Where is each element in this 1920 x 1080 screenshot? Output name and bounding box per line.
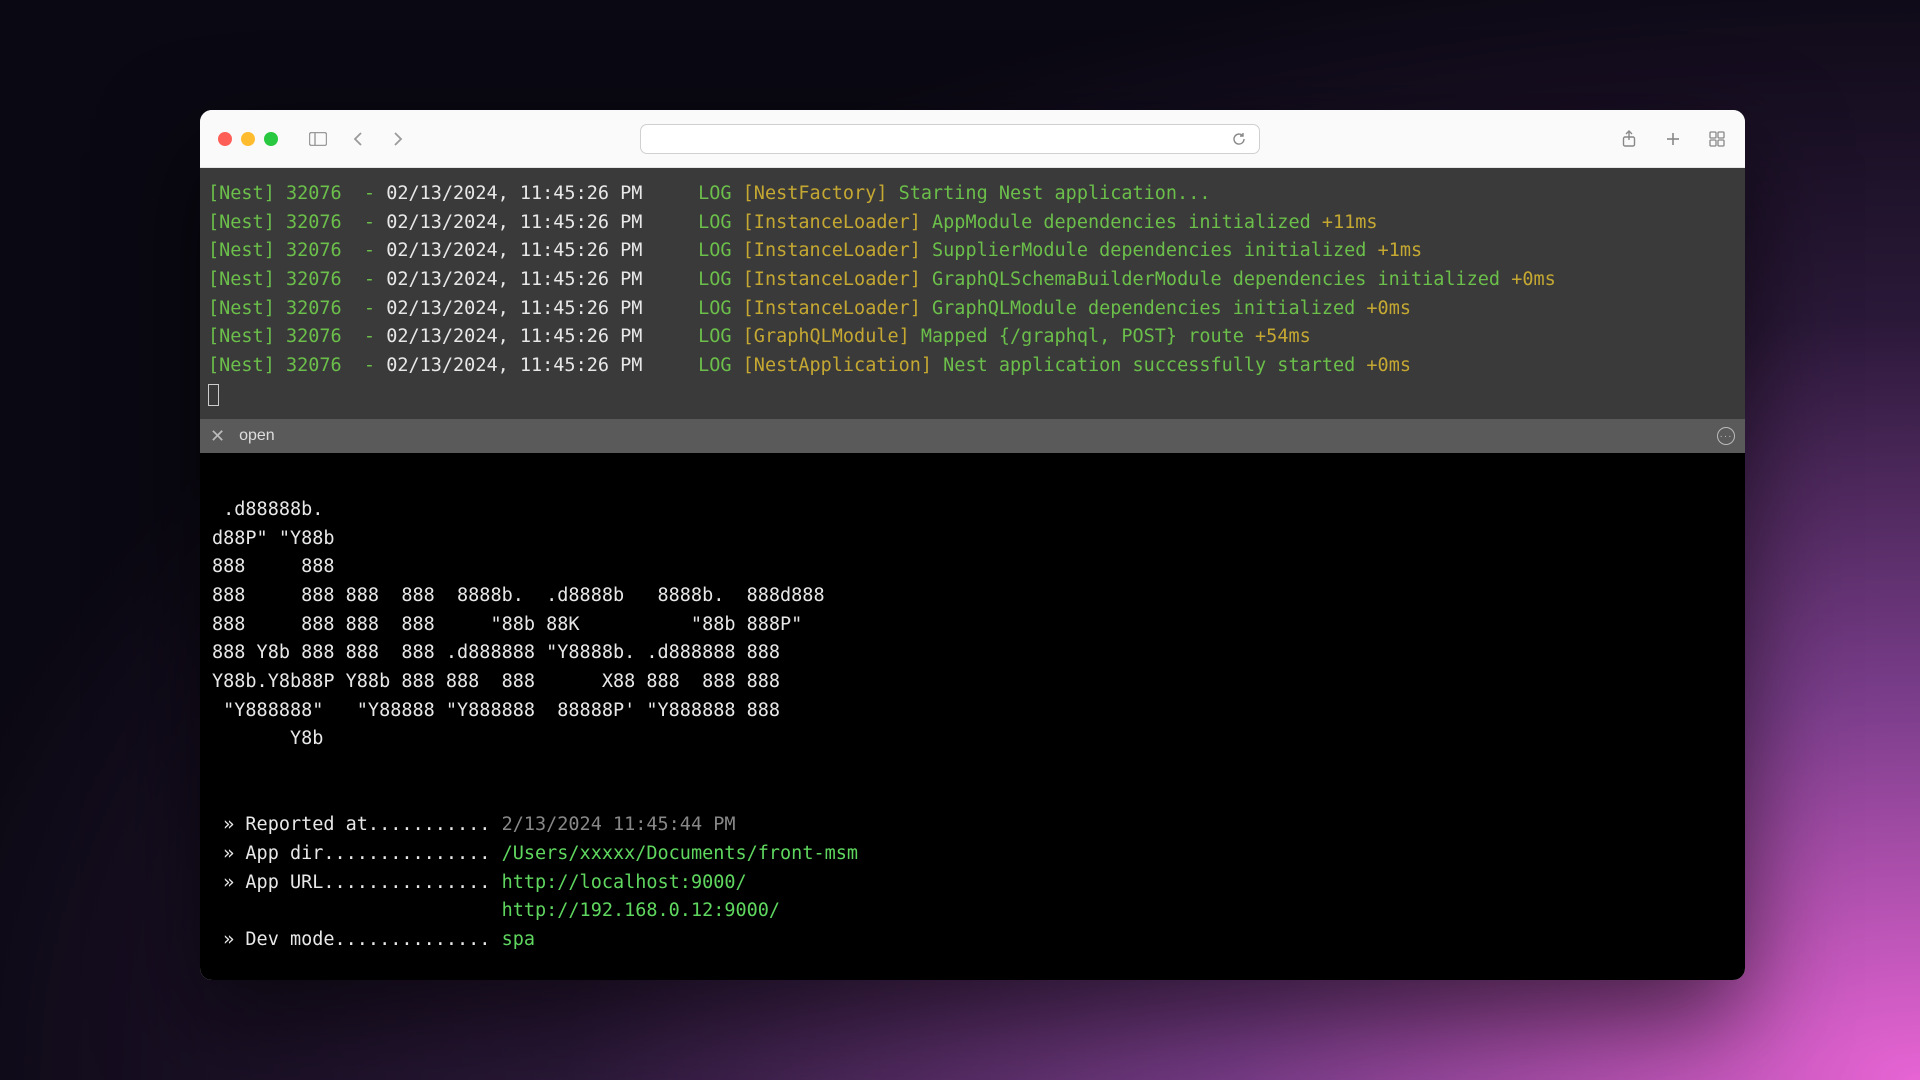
forward-button[interactable] xyxy=(388,129,408,149)
quasar-log-panel: .d88888b. d88P" "Y88b 888 888 888 888 88… xyxy=(200,453,1745,980)
share-icon[interactable] xyxy=(1619,129,1639,149)
maximize-window-button[interactable] xyxy=(264,132,278,146)
nest-log-panel: [Nest] 32076 - 02/13/2024, 11:45:26 PM L… xyxy=(200,168,1745,419)
new-tab-icon[interactable] xyxy=(1663,129,1683,149)
titlebar xyxy=(200,110,1745,168)
terminal-tab-label[interactable]: open xyxy=(239,427,275,445)
address-bar[interactable] xyxy=(640,124,1260,154)
browser-window: [Nest] 32076 - 02/13/2024, 11:45:26 PM L… xyxy=(200,110,1745,980)
traffic-lights xyxy=(218,132,278,146)
tab-options-icon[interactable]: ··· xyxy=(1717,427,1735,445)
terminal-tab-bar: ✕ open ··· xyxy=(200,419,1745,453)
sidebar-toggle-icon[interactable] xyxy=(308,129,328,149)
tabs-grid-icon[interactable] xyxy=(1707,129,1727,149)
close-window-button[interactable] xyxy=(218,132,232,146)
reload-icon[interactable] xyxy=(1229,129,1249,149)
back-button[interactable] xyxy=(348,129,368,149)
close-tab-icon[interactable]: ✕ xyxy=(210,426,225,447)
minimize-window-button[interactable] xyxy=(241,132,255,146)
